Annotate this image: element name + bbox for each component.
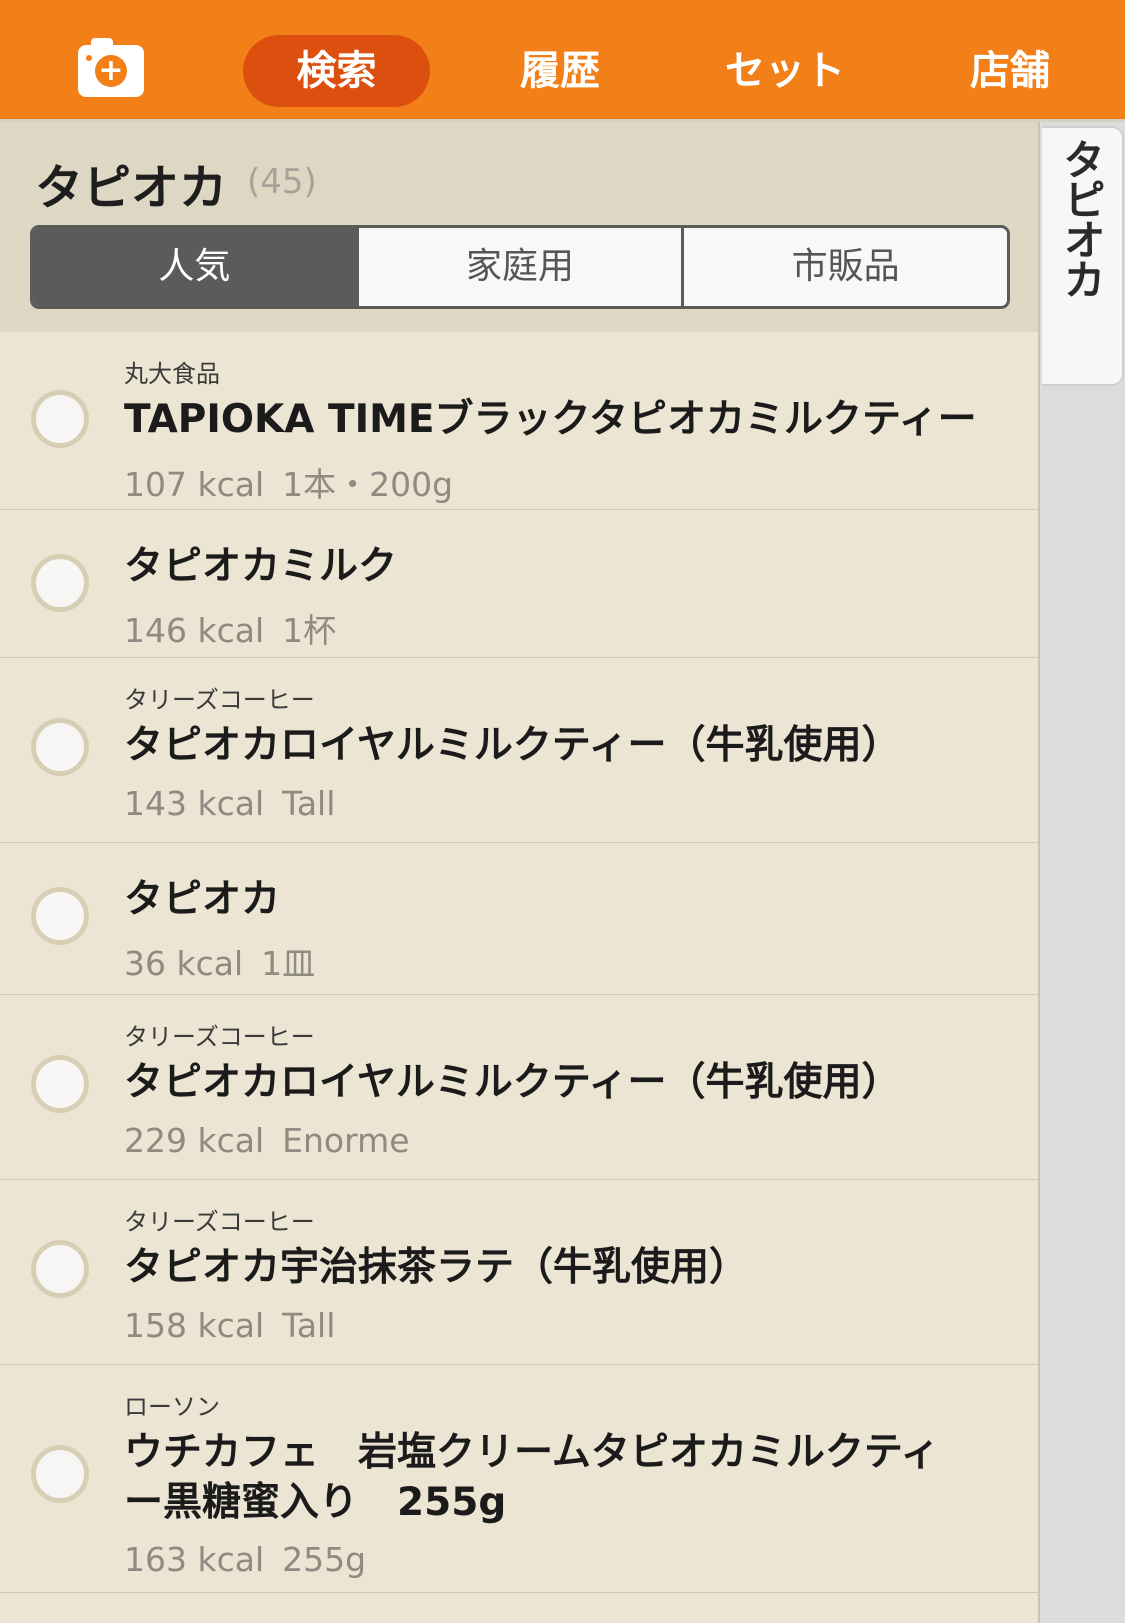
item-kcal: 143 kcal — [124, 784, 265, 823]
item-meta: 36 kcal 1皿 — [124, 937, 315, 985]
segment-home[interactable]: 家庭用 — [355, 228, 682, 306]
list-item[interactable]: タリーズコーヒー タピオカロイヤルミルクティー（牛乳使用） 229 kcal En… — [0, 995, 1038, 1180]
item-kcal: 229 kcal — [124, 1121, 265, 1160]
item-name: タピオカロイヤルミルクティー（牛乳使用） — [124, 723, 901, 768]
item-unit: Tall — [282, 1306, 336, 1345]
segment-commercial[interactable]: 市販品 — [681, 228, 1007, 306]
item-maker: ローソン — [124, 1393, 220, 1421]
item-meta: 107 kcal 1本・200g — [124, 458, 453, 506]
item-maker: タリーズコーヒー — [124, 1023, 315, 1051]
side-index-label: タピオカ — [1057, 138, 1106, 298]
item-unit: Enorme — [282, 1121, 410, 1160]
item-maker: タリーズコーヒー — [124, 686, 315, 714]
camera-plus-icon[interactable]: + — [78, 38, 144, 97]
item-kcal: 158 kcal — [124, 1306, 265, 1345]
item-maker: タリーズコーヒー — [124, 1208, 315, 1236]
select-radio[interactable] — [31, 1445, 89, 1503]
item-meta: 158 kcal Tall — [124, 1306, 335, 1345]
item-meta: 143 kcal Tall — [124, 784, 335, 823]
top-nav-bar: + 検索 履歴 セット 店舗 — [0, 0, 1125, 122]
list-item[interactable]: タピオカ 36 kcal 1皿 — [0, 843, 1038, 995]
food-list: 丸大食品 TAPIOKA TIMEブラックタピオカミルクティー 107 kcal… — [0, 332, 1038, 1593]
tab-search[interactable]: 検索 — [243, 35, 430, 107]
tab-store[interactable]: 店舗 — [920, 35, 1100, 107]
category-segmented-control: 人気 家庭用 市販品 — [30, 225, 1010, 309]
tab-history[interactable]: 履歴 — [470, 35, 650, 107]
item-name: タピオカミルク — [124, 544, 398, 589]
item-unit: Tall — [282, 784, 336, 823]
select-radio[interactable] — [31, 554, 89, 612]
results-panel: タピオカ (45) 人気 家庭用 市販品 丸大食品 TAPIOKA TIMEブラ… — [0, 122, 1040, 1623]
side-index-tab[interactable]: タピオカ — [1042, 126, 1124, 386]
list-item[interactable]: ローソン ウチカフェ 岩塩クリームタピオカミルクティー黒糖蜜入り 255g 16… — [0, 1365, 1038, 1593]
page-title: タピオカ — [35, 160, 228, 216]
list-item[interactable]: タリーズコーヒー タピオカロイヤルミルクティー（牛乳使用） 143 kcal Ta… — [0, 658, 1038, 843]
select-radio[interactable] — [31, 1055, 89, 1113]
item-name: TAPIOKA TIMEブラックタピオカミルクティー — [124, 397, 977, 442]
list-item[interactable]: タピオカミルク 146 kcal 1杯 — [0, 510, 1038, 658]
select-radio[interactable] — [31, 390, 89, 448]
result-count: (45) — [247, 162, 317, 202]
results-header: タピオカ (45) 人気 家庭用 市販品 — [0, 122, 1038, 332]
item-name: タピオカロイヤルミルクティー（牛乳使用） — [124, 1060, 901, 1105]
item-meta: 229 kcal Enorme — [124, 1121, 410, 1160]
item-unit: 1本・200g — [282, 465, 454, 504]
item-name: ウチカフェ 岩塩クリームタピオカミルクティー黒糖蜜入り 255g — [124, 1430, 940, 1525]
item-kcal: 146 kcal — [124, 611, 265, 650]
item-kcal: 107 kcal — [124, 465, 265, 504]
item-unit: 1杯 — [282, 611, 337, 650]
select-radio[interactable] — [31, 718, 89, 776]
list-item[interactable]: タリーズコーヒー タピオカ宇治抹茶ラテ（牛乳使用） 158 kcal Tall — [0, 1180, 1038, 1365]
item-name: タピオカ宇治抹茶ラテ（牛乳使用） — [124, 1245, 749, 1290]
tab-set[interactable]: セット — [690, 35, 880, 107]
item-kcal: 163 kcal — [124, 1540, 265, 1579]
select-radio[interactable] — [31, 1240, 89, 1298]
item-unit: 1皿 — [261, 944, 316, 983]
item-name: タピオカ — [124, 877, 281, 922]
item-meta: 146 kcal 1杯 — [124, 604, 336, 652]
select-radio[interactable] — [31, 887, 89, 945]
item-maker: 丸大食品 — [124, 360, 220, 388]
item-kcal: 36 kcal — [124, 944, 244, 983]
item-unit: 255g — [282, 1540, 367, 1579]
list-item[interactable]: 丸大食品 TAPIOKA TIMEブラックタピオカミルクティー 107 kcal… — [0, 332, 1038, 510]
segment-popular[interactable]: 人気 — [33, 228, 356, 306]
item-meta: 163 kcal 255g — [124, 1540, 366, 1579]
